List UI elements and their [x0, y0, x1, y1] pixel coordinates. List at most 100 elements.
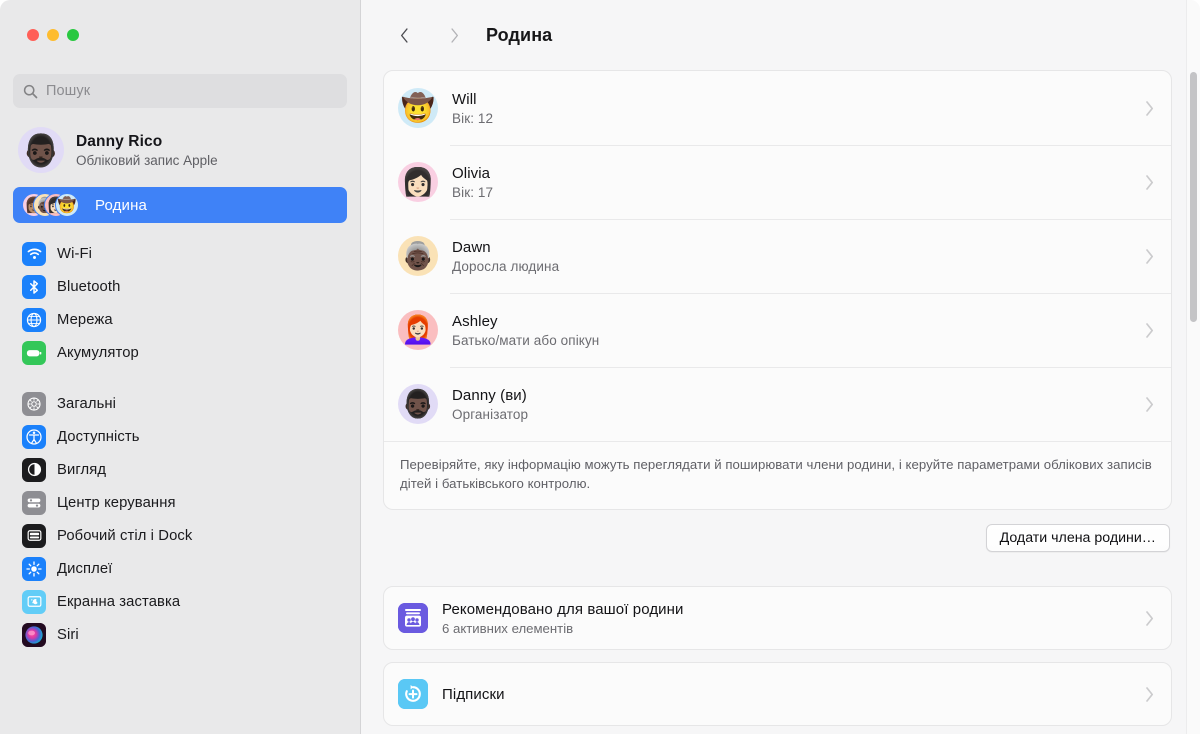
sidebar-item-wifi[interactable]: Wi-Fi [13, 237, 347, 270]
chevron-left-icon [398, 26, 411, 45]
family-member-row-danny[interactable]: 🧔🏿‍♂️ Danny (ви) Організатор [384, 367, 1171, 441]
chevron-right-icon [1145, 248, 1155, 265]
back-button[interactable] [387, 18, 421, 52]
member-name: Ashley [452, 312, 498, 330]
main-scrollbar[interactable] [1186, 0, 1200, 734]
member-name: Dawn [452, 238, 491, 256]
family-member-row-dawn[interactable]: 👵🏿 Dawn Доросла людина [384, 219, 1171, 293]
row-subtitle: 6 активних елементів [442, 620, 574, 636]
sidebar-item-battery[interactable]: Акумулятор [13, 336, 347, 369]
family-member-row-will[interactable]: 🤠 Will Вік: 12 [384, 71, 1171, 145]
sidebar-item-label: Мережа [57, 311, 113, 328]
sidebar-item-network[interactable]: Мережа [13, 303, 347, 336]
display-icon [22, 556, 46, 581]
account-name: Danny Rico [76, 132, 163, 150]
add-member-button-row: Додати члена родини… [383, 510, 1172, 553]
sidebar-item-label: Екранна заставка [57, 593, 181, 610]
chevron-right-icon [1145, 322, 1155, 339]
member-name: Olivia [452, 164, 491, 182]
family-avatar-4: 🤠 [55, 193, 79, 217]
sidebar-item-label: Siri [57, 626, 79, 643]
apple-account-row[interactable]: 🧔🏿‍♂️ Danny Rico Обліковий запис Apple [13, 123, 347, 177]
member-detail: Батько/мати або опікун [452, 332, 600, 348]
close-button[interactable] [27, 29, 39, 41]
content-header: Родина [361, 0, 1200, 70]
member-detail: Організатор [452, 406, 529, 422]
minimize-button[interactable] [47, 29, 59, 41]
accessibility-icon [22, 424, 46, 449]
family-member-row-ashley[interactable]: 👩🏻‍🦰 Ashley Батько/мати або опікун [384, 293, 1171, 367]
member-name: Will [452, 90, 477, 108]
chevron-right-icon [448, 26, 461, 45]
row-title: Підписки [442, 685, 505, 703]
avatar: 🧔🏿‍♂️ [398, 384, 438, 424]
search-icon [23, 84, 38, 99]
siri-icon [22, 622, 46, 647]
chevron-right-icon [1145, 686, 1155, 703]
chevron-right-icon [1145, 610, 1155, 627]
page-title: Родина [486, 24, 553, 45]
chevron-right-icon [1145, 100, 1155, 117]
family-note: Перевіряйте, яку інформацію можуть перег… [384, 441, 1171, 509]
row-family-recommendations[interactable]: Рекомендовано для вашої родини 6 активни… [384, 587, 1171, 649]
settings-scroll-area: 🤠 Will Вік: 12 👩🏻 Olivia Вік: 17 👵🏿 Dawn… [361, 70, 1200, 734]
subscriptions-icon [398, 679, 428, 710]
family-member-row-olivia[interactable]: 👩🏻 Olivia Вік: 17 [384, 145, 1171, 219]
avatar: 👩🏻‍🦰 [398, 310, 438, 350]
family-members-card: 🤠 Will Вік: 12 👩🏻 Olivia Вік: 17 👵🏿 Dawn… [383, 70, 1172, 511]
sidebar-item-label: Дисплеї [57, 560, 113, 577]
sidebar-item-control-center[interactable]: Центр керування [13, 486, 347, 519]
desktop-dock-icon [22, 523, 46, 548]
sidebar-item-bluetooth[interactable]: Bluetooth [13, 270, 347, 303]
wifi-icon [22, 241, 46, 266]
gear-icon [22, 391, 46, 416]
search-field[interactable]: Пошук [13, 74, 347, 108]
scrollbar-thumb[interactable] [1190, 72, 1197, 322]
member-name: Danny (ви) [452, 386, 527, 404]
window-traffic-lights [0, 0, 360, 60]
sidebar-item-desktop-dock[interactable]: Робочий стіл і Dock [13, 519, 347, 552]
sidebar-item-label: Bluetooth [57, 278, 121, 295]
globe-icon [22, 307, 46, 332]
forward-button[interactable] [437, 18, 471, 52]
sidebar-item-family[interactable]: 👩🏽 👵🏿 👩🏻 🤠 Родина [13, 187, 347, 223]
screensaver-icon [22, 589, 46, 614]
appearance-icon [22, 457, 46, 482]
zoom-button[interactable] [67, 29, 79, 41]
settings-window: Пошук 🧔🏿‍♂️ Danny Rico Обліковий запис A… [0, 0, 1200, 734]
avatar: 🧔🏿‍♂️ [18, 127, 64, 173]
sidebar-item-siri[interactable]: Siri [13, 618, 347, 651]
sidebar-item-general[interactable]: Загальні [13, 387, 347, 420]
row-subscriptions[interactable]: Підписки [384, 663, 1171, 725]
sidebar-item-label: Центр керування [57, 494, 176, 511]
chevron-right-icon [1145, 396, 1155, 413]
recommendations-card: Рекомендовано для вашої родини 6 активни… [383, 586, 1172, 651]
search-placeholder: Пошук [46, 83, 91, 99]
sidebar-item-displays[interactable]: Дисплеї [13, 552, 347, 585]
sidebar-item-screensaver[interactable]: Екранна заставка [13, 585, 347, 618]
sidebar: Пошук 🧔🏿‍♂️ Danny Rico Обліковий запис A… [0, 0, 361, 734]
family-avatar-stack: 👩🏽 👵🏿 👩🏻 🤠 [22, 192, 84, 218]
sidebar-group-system: Загальні Доступність Вигляд Центр керува… [0, 387, 360, 651]
add-family-member-button[interactable]: Додати члена родини… [985, 524, 1170, 553]
row-title: Рекомендовано для вашої родини [442, 600, 684, 618]
avatar: 👩🏻 [398, 162, 438, 202]
bluetooth-icon [22, 274, 46, 299]
member-detail: Вік: 17 [452, 184, 494, 200]
avatar: 🤠 [398, 88, 438, 128]
main-content: Родина 🤠 Will Вік: 12 👩🏻 Olivia Вік: 17 … [361, 0, 1200, 734]
sidebar-item-accessibility[interactable]: Доступність [13, 420, 347, 453]
battery-icon [22, 340, 46, 365]
subscriptions-card: Підписки [383, 662, 1172, 727]
sidebar-item-label: Загальні [57, 395, 117, 412]
family-recommendations-icon [398, 603, 428, 634]
search-container: Пошук [0, 60, 360, 108]
control-center-icon [22, 490, 46, 515]
sidebar-group-network: Wi-Fi Bluetooth Мережа Акумулятор [0, 237, 360, 369]
sidebar-item-label: Доступність [57, 428, 140, 445]
account-subtitle: Обліковий запис Apple [76, 152, 218, 168]
sidebar-item-label: Робочий стіл і Dock [57, 527, 193, 544]
sidebar-item-label: Wi-Fi [57, 245, 93, 262]
sidebar-item-appearance[interactable]: Вигляд [13, 453, 347, 486]
sidebar-item-label: Вигляд [57, 461, 107, 478]
